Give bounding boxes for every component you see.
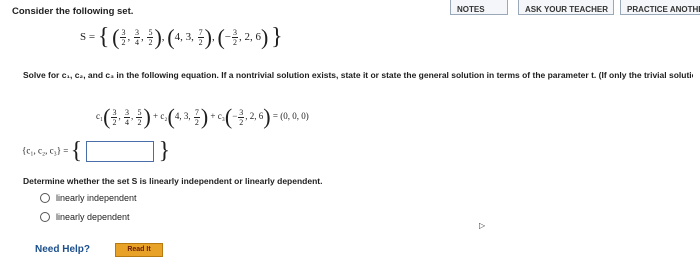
notes-button[interactable]: NOTES	[450, 0, 508, 15]
denominator: 2	[232, 38, 237, 47]
practice-another-button[interactable]: PRACTICE ANOTHER	[620, 0, 700, 15]
vector: (4, 3, 7 2)	[167, 104, 209, 129]
vector: (3 2, 34, 5 2)	[103, 104, 151, 129]
option-independent[interactable]: linearly independent	[40, 193, 137, 203]
option-dependent[interactable]: linearly dependent	[40, 212, 130, 222]
vector: (− 3 2, 2, 6)	[224, 104, 271, 129]
fraction-body: 34	[133, 28, 140, 47]
coefficient: c₂	[160, 111, 168, 122]
linear-combination-equation: c₁(3 2, 34, 5 2) + c₂(4, 3, 7 2) + c₃(− 3 2, …	[96, 104, 309, 129]
minus-sign: −	[232, 111, 238, 122]
numerator: 3	[123, 107, 130, 118]
numerator: 3	[133, 28, 140, 38]
numerator: 3	[238, 107, 245, 118]
numerator: 7	[193, 107, 200, 118]
denominator: 2	[198, 38, 203, 47]
denominator: 2	[194, 117, 199, 127]
fraction-body: 34	[123, 107, 130, 127]
set-symbol: S	[80, 31, 87, 44]
numerator: 3	[231, 28, 238, 38]
vector: (3 2, 34, 5 2)	[112, 24, 162, 50]
instructions: Solve for c₁, c₂, and c₃ in the followin…	[23, 70, 693, 80]
fraction: 34	[123, 108, 131, 127]
fraction-body: 52	[136, 107, 143, 127]
denominator: 2	[239, 117, 244, 127]
fraction-body: 32	[120, 28, 127, 47]
need-help-label: Need Help?	[35, 244, 91, 255]
coefficient: c₃	[217, 111, 225, 122]
denominator: 2	[137, 117, 142, 127]
radio-dependent[interactable]	[40, 212, 50, 222]
ask-teacher-button[interactable]: ASK YOUR TEACHER	[518, 0, 614, 15]
option-dependent-label: linearly dependent	[56, 212, 130, 222]
fraction-body: 72	[197, 28, 204, 47]
radio-independent[interactable]	[40, 193, 50, 203]
determine-prompt: Determine whether the set S is linearly …	[23, 176, 323, 186]
vector: (− 3 2, 2, 6)	[217, 24, 269, 50]
answer-row: {c₁, c₂, c₃} = { }	[22, 138, 171, 164]
numerator: 3	[120, 28, 127, 38]
question-intro: Consider the following set.	[12, 6, 134, 17]
numerator: 3	[111, 107, 118, 118]
fraction: −3 2	[224, 28, 239, 47]
numerator: 5	[136, 107, 143, 118]
fraction-body: 72	[193, 107, 200, 127]
fraction: 34	[133, 28, 141, 47]
denominator: 4	[124, 117, 129, 127]
denominator: 4	[134, 38, 139, 47]
option-independent-label: linearly independent	[56, 193, 137, 203]
fraction-body: 32	[238, 107, 245, 127]
fraction: 72	[193, 108, 201, 127]
mouse-cursor-icon: ▷	[479, 221, 486, 230]
vector: (4, 3, 7 2)	[167, 24, 212, 50]
equation-rhs: = (0, 0, 0)	[270, 111, 309, 122]
set-definition: S = { (3 2, 34, 5 2), (4, 3, 7 2), (− 3 2, 2,…	[80, 24, 283, 50]
denominator: 2	[148, 38, 153, 47]
minus-sign: −	[224, 31, 231, 44]
set-vectors: (3 2, 34, 5 2), (4, 3, 7 2), (− 3 2, 2, 6)	[112, 24, 269, 50]
read-it-button[interactable]: Read It	[115, 243, 163, 257]
fraction-body: 32	[231, 28, 238, 47]
answer-input[interactable]	[86, 141, 155, 162]
fraction-body: 52	[147, 28, 154, 47]
numerator: 7	[197, 28, 204, 38]
denominator: 2	[112, 117, 117, 127]
fraction: 72	[197, 28, 205, 47]
fraction-body: 32	[111, 107, 118, 127]
denominator: 2	[121, 38, 126, 47]
answer-lhs: {c₁, c₂, c₃} =	[22, 145, 69, 156]
fraction: −3 2	[232, 108, 245, 127]
numerator: 5	[147, 28, 154, 38]
